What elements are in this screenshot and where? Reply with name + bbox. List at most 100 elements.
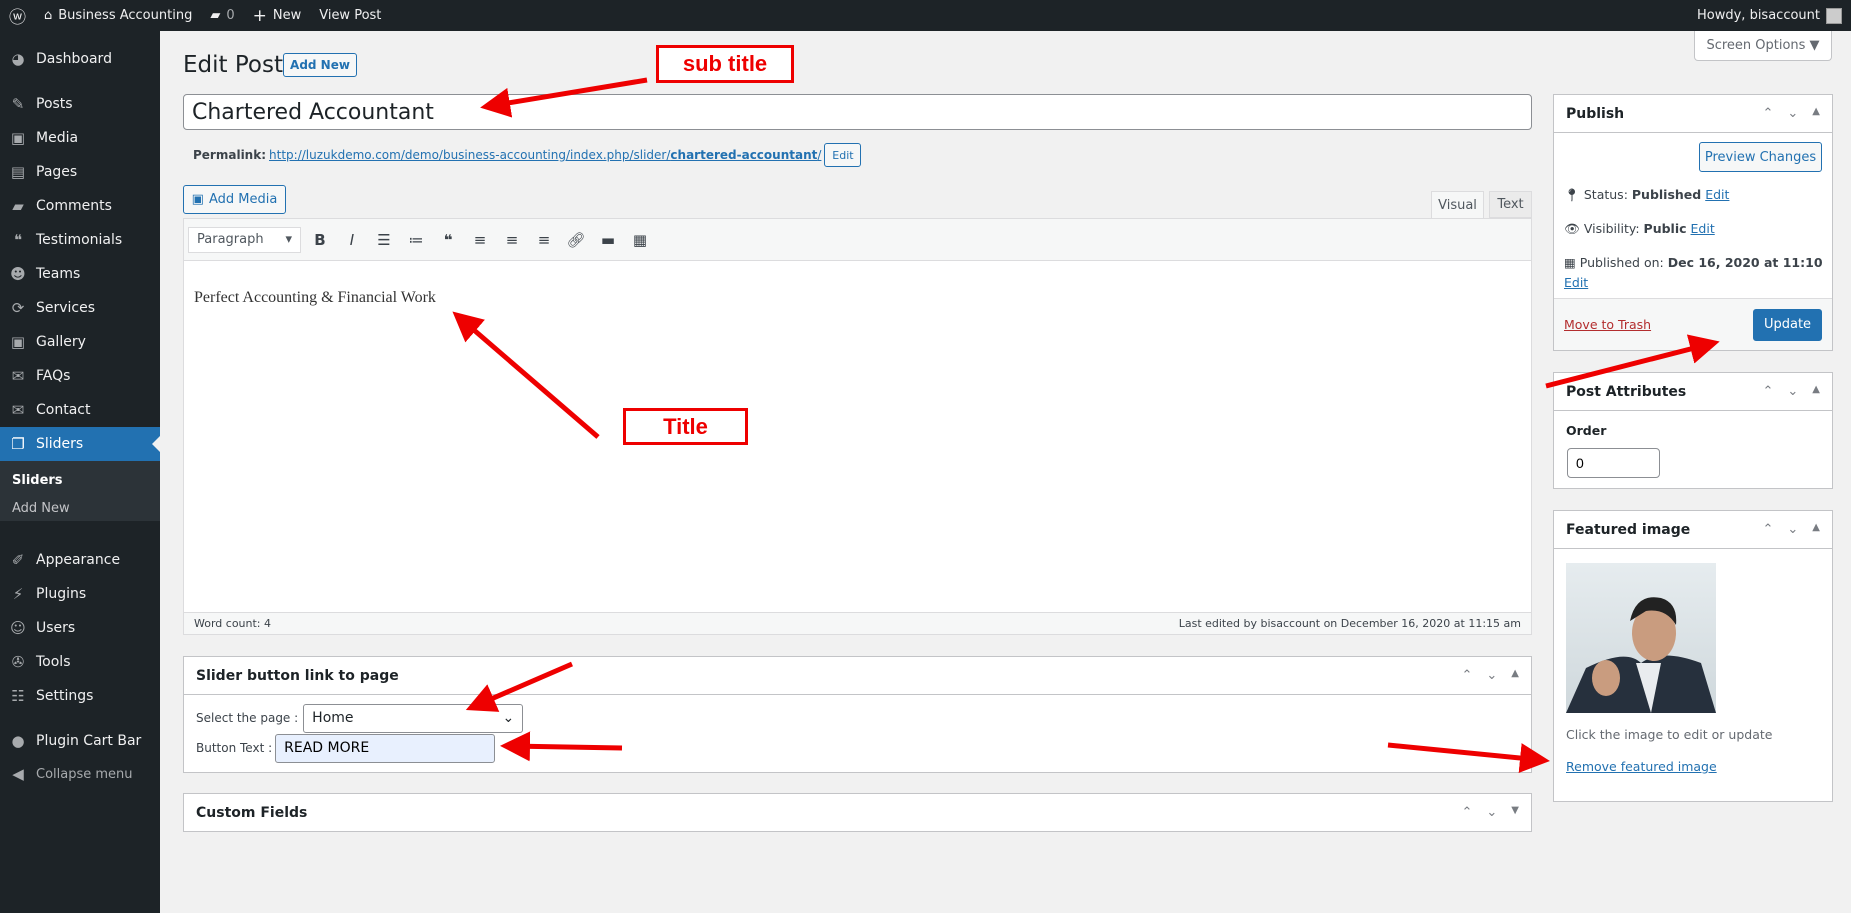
publish-box: Publish ⌃ ⌄ ▲ Preview Changes 📍︎ Status: Pu… — [1553, 94, 1833, 351]
preview-changes-button[interactable]: Preview Changes — [1699, 142, 1822, 172]
admin-sidebar: ◕ Dashboard ✎ Posts ▣ Media ▤ Pages ▰ Comments ❝ Te… — [0, 31, 160, 913]
collapse-toggle-icon[interactable]: ▲ — [1812, 384, 1820, 399]
account-menu[interactable]: Howdy, bisaccount — [1688, 0, 1851, 31]
sidebar-item-services[interactable]: ⟳ Services — [0, 291, 160, 325]
toolbar-toggle-icon[interactable]: ▦ — [627, 231, 653, 249]
editor: Paragraph ▾ B I ☰ ≔ ❝ ≡ ≡ ≡ 🔗︎ ▬ ▦ Perfec… — [183, 218, 1532, 635]
update-button[interactable]: Update — [1753, 308, 1822, 341]
chat-icon: ✉ — [11, 367, 25, 385]
sidebar-item-posts[interactable]: ✎ Posts — [0, 87, 160, 121]
permalink: Permalink: http://luzukdemo.com/demo/bus… — [193, 143, 862, 167]
person-photo — [1566, 597, 1716, 713]
page-select[interactable]: Home ⌄ — [303, 703, 524, 733]
bullet-list-icon[interactable]: ☰ — [371, 231, 397, 249]
move-up-icon[interactable]: ⌃ — [1461, 668, 1472, 683]
add-media-button[interactable]: ▣ Add Media — [183, 185, 286, 214]
annotation-sub-title: sub title — [656, 45, 794, 83]
pin-icon: 📍︎ — [1564, 187, 1580, 202]
permalink-link[interactable]: http://luzukdemo.com/demo/business-accou… — [269, 148, 821, 162]
sidebar-item-testimonials[interactable]: ❝ Testimonials — [0, 223, 160, 257]
collapse-toggle-icon[interactable]: ▲ — [1511, 668, 1519, 683]
move-up-icon[interactable]: ⌃ — [1461, 805, 1472, 820]
align-left-icon[interactable]: ≡ — [467, 231, 493, 249]
wordpress-logo-icon[interactable]: ⓦ — [0, 0, 35, 31]
add-new-button[interactable]: Add New — [283, 53, 357, 77]
featured-image-thumbnail[interactable] — [1566, 563, 1716, 713]
sidebar-item-plugins[interactable]: ⚡ Plugins — [0, 577, 160, 611]
sidebar-item-faqs[interactable]: ✉ FAQs — [0, 359, 160, 393]
sidebar-item-plugin-cart-bar[interactable]: ● Plugin Cart Bar — [0, 724, 160, 758]
move-down-icon[interactable]: ⌄ — [1486, 805, 1497, 820]
admin-bar: ⓦ ⌂ Business Accounting ▰ 0 + New View Post… — [0, 0, 1851, 31]
sidebar-item-contact[interactable]: ✉ Contact — [0, 393, 160, 427]
media-icon: ▣ — [10, 129, 26, 147]
screen-options-button[interactable]: Screen Options ▼ — [1694, 31, 1832, 61]
publish-actions: Move to Trash Update — [1554, 298, 1832, 350]
italic-icon[interactable]: I — [339, 231, 365, 249]
edit-permalink-button[interactable]: Edit — [824, 143, 862, 167]
sidebar-item-appearance[interactable]: ✐ Appearance — [0, 543, 160, 577]
editor-content[interactable]: Perfect Accounting & Financial Work — [184, 261, 1531, 612]
editor-toolbar: Paragraph ▾ B I ☰ ≔ ❝ ≡ ≡ ≡ 🔗︎ ▬ ▦ — [184, 219, 1531, 261]
sidebar-item-dashboard[interactable]: ◕ Dashboard — [0, 42, 160, 76]
align-right-icon[interactable]: ≡ — [531, 231, 557, 249]
sidebar-item-tools[interactable]: ✇ Tools — [0, 645, 160, 679]
gallery-icon: ▣ — [10, 333, 26, 351]
move-up-icon[interactable]: ⌃ — [1762, 106, 1773, 121]
button-text-input[interactable] — [275, 733, 496, 763]
edit-visibility-link[interactable]: Edit — [1691, 221, 1715, 236]
sidebar-item-collapse-menu[interactable]: ◀ Collapse menu — [0, 757, 160, 791]
edit-status-link[interactable]: Edit — [1705, 187, 1729, 202]
tab-visual[interactable]: Visual — [1431, 191, 1484, 219]
testimonial-icon: ❝ — [13, 231, 23, 249]
sidebar-item-users[interactable]: ☺ Users — [0, 611, 160, 645]
comment-icon: ▰ — [210, 8, 221, 23]
move-down-icon[interactable]: ⌄ — [1787, 522, 1798, 537]
annotation-title: Title — [623, 408, 748, 445]
move-up-icon[interactable]: ⌃ — [1762, 522, 1773, 537]
sidebar-item-sliders[interactable]: ❐ Sliders — [0, 427, 160, 461]
move-up-icon[interactable]: ⌃ — [1762, 384, 1773, 399]
sidebar-item-comments[interactable]: ▰ Comments — [0, 189, 160, 223]
new-content-link[interactable]: + New — [244, 0, 311, 31]
expand-toggle-icon[interactable]: ▼ — [1511, 805, 1519, 820]
pin-icon: ✎ — [11, 95, 25, 113]
order-input[interactable] — [1567, 448, 1660, 478]
edit-date-link[interactable]: Edit — [1564, 275, 1588, 290]
view-post-link[interactable]: View Post — [310, 0, 390, 31]
submenu-item-sliders[interactable]: Sliders — [12, 473, 63, 488]
site-name-link[interactable]: ⌂ Business Accounting — [35, 0, 201, 31]
sidebar-item-pages[interactable]: ▤ Pages — [0, 155, 160, 189]
pages-icon: ▤ — [10, 163, 26, 181]
update-icon: ⟳ — [11, 299, 25, 317]
read-more-icon[interactable]: ▬ — [595, 231, 621, 249]
numbered-list-icon[interactable]: ≔ — [403, 231, 429, 249]
align-center-icon[interactable]: ≡ — [499, 231, 525, 249]
format-select[interactable]: Paragraph ▾ — [188, 226, 301, 253]
blockquote-icon[interactable]: ❝ — [435, 231, 461, 249]
sidebar-item-media[interactable]: ▣ Media — [0, 121, 160, 155]
move-to-trash-link[interactable]: Move to Trash — [1564, 317, 1651, 332]
comments-link[interactable]: ▰ 0 — [201, 0, 243, 31]
bold-icon[interactable]: B — [307, 231, 333, 249]
move-down-icon[interactable]: ⌄ — [1787, 106, 1798, 121]
last-edited: Last edited by bisaccount on December 16… — [1178, 617, 1521, 630]
sidebar-item-gallery[interactable]: ▣ Gallery — [0, 325, 160, 359]
remove-featured-image-link[interactable]: Remove featured image — [1566, 759, 1717, 774]
user-icon: ☺ — [10, 619, 26, 637]
collapse-toggle-icon[interactable]: ▲ — [1812, 522, 1820, 537]
collapse-toggle-icon[interactable]: ▲ — [1812, 106, 1820, 121]
post-title-input[interactable] — [183, 94, 1532, 130]
move-down-icon[interactable]: ⌄ — [1486, 668, 1497, 683]
link-icon[interactable]: 🔗︎ — [563, 231, 589, 249]
submenu-item-add-new[interactable]: Add New — [12, 501, 70, 516]
tab-text[interactable]: Text — [1489, 191, 1532, 218]
sidebar-item-teams[interactable]: ☻ Teams — [0, 257, 160, 291]
caret-down-icon: ▾ — [285, 232, 292, 247]
home-icon: ⌂ — [44, 8, 53, 23]
brush-icon: ✐ — [11, 551, 25, 569]
move-down-icon[interactable]: ⌄ — [1787, 384, 1798, 399]
dashboard-icon: ◕ — [11, 50, 25, 68]
page-title: Edit Post — [183, 52, 283, 78]
sidebar-item-settings[interactable]: ☷ Settings — [0, 679, 160, 713]
